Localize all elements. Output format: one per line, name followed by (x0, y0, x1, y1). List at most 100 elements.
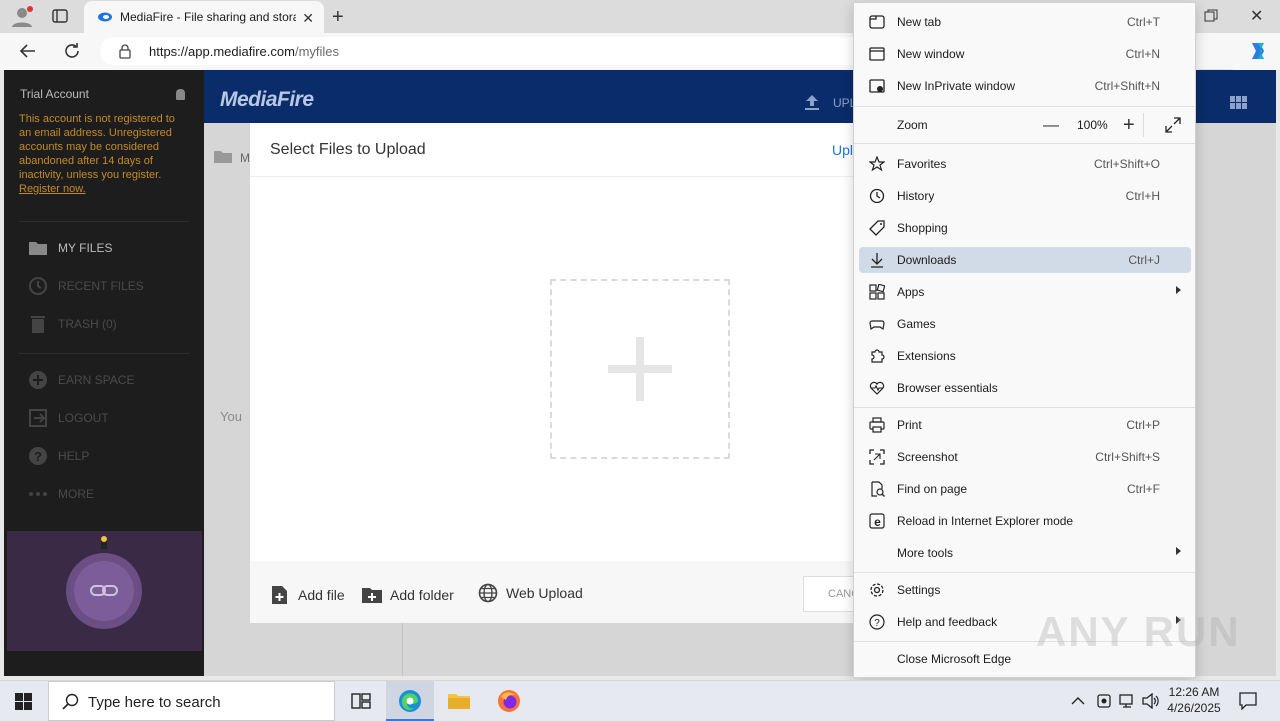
add-folder-icon (362, 588, 382, 603)
history-icon (869, 188, 885, 204)
svg-text:e: e (874, 515, 881, 529)
taskbar-clock[interactable]: 12:26 AM 4/26/2025 (1164, 684, 1224, 716)
menu-item-extensions[interactable]: Extensions (859, 343, 1191, 369)
menu-item-downloads[interactable]: Downloads Ctrl+J (859, 247, 1191, 273)
taskbar-edge-active[interactable] (386, 681, 434, 721)
tab-close-icon[interactable]: ✕ (302, 10, 314, 27)
screenshot-icon (869, 449, 885, 465)
menu-item-browser-essentials[interactable]: Browser essentials (859, 375, 1191, 401)
menu-item-new-tab[interactable]: New tab Ctrl+T (859, 9, 1191, 35)
sidebar-item-more[interactable]: MORE (28, 484, 94, 504)
menu-item-shopping[interactable]: Shopping (859, 215, 1191, 241)
clock-icon (29, 277, 47, 295)
taskbar-search-box[interactable]: Type here to search (48, 681, 335, 721)
zoom-in-button[interactable]: + (1123, 114, 1135, 137)
apps-icon (869, 284, 885, 300)
sidebar-item-my-files[interactable]: MY FILES (28, 238, 112, 258)
download-icon (871, 253, 883, 268)
menu-item-apps[interactable]: Apps (859, 279, 1191, 305)
folder-icon (29, 242, 47, 255)
menu-item-print[interactable]: Print Ctrl+P (859, 412, 1191, 438)
file-explorer-icon[interactable] (447, 689, 471, 713)
upload-link[interactable]: Upl (832, 142, 853, 158)
network-icon[interactable] (1119, 693, 1137, 709)
anyrun-watermark: ANY RUN (1036, 608, 1241, 655)
submenu-arrow-icon (1176, 547, 1181, 555)
menu-item-screenshot[interactable]: Screenshot Ctrl+Shift+S (859, 444, 1191, 470)
menu-divider (854, 143, 1195, 144)
search-icon (62, 693, 79, 710)
web-upload-button[interactable]: Web Upload (478, 583, 583, 603)
add-file-icon (272, 586, 287, 604)
chevron-up-icon[interactable] (1071, 697, 1085, 705)
url-text: https://app.mediafire.com/myfiles (149, 44, 340, 59)
tab-mediafire[interactable]: MediaFire - File sharing and stora ✕ (84, 1, 324, 33)
back-icon[interactable] (19, 42, 37, 60)
sidebar-item-help[interactable]: ? HELP (28, 446, 89, 466)
drop-zone[interactable] (550, 279, 730, 459)
add-folder-button[interactable]: Add folder (362, 585, 454, 605)
trash-icon (31, 316, 45, 333)
unregistered-notice: This account is not registered to an ema… (19, 113, 175, 195)
logout-icon (29, 409, 47, 427)
account-label: Trial Account (20, 87, 89, 101)
fullscreen-icon[interactable] (1165, 117, 1181, 133)
sidebar-item-trash[interactable]: TRASH (0) (28, 314, 117, 334)
windows-taskbar: Type here to search 12:26 AM 4/26/2025 (0, 680, 1280, 721)
menu-item-zoom: Zoom — 100% + (859, 112, 1191, 138)
windows-start-icon[interactable] (15, 693, 32, 710)
plus-icon (608, 337, 672, 401)
edge-icon (399, 690, 421, 712)
upload-icon[interactable] (804, 94, 820, 110)
register-link[interactable]: Register now. (19, 183, 86, 195)
menu-item-games[interactable]: Games (859, 311, 1191, 337)
menu-item-new-inprivate-window[interactable]: New InPrivate window Ctrl+Shift+N (859, 73, 1191, 99)
restore-window-icon[interactable] (1204, 9, 1218, 23)
menu-item-more-tools[interactable]: More tools (859, 540, 1191, 566)
help-icon: ? (29, 447, 47, 465)
more-icon (29, 492, 47, 496)
menu-item-favorites[interactable]: Favorites Ctrl+Shift+O (859, 151, 1191, 177)
menu-item-find-on-page[interactable]: Find on page Ctrl+F (859, 476, 1191, 502)
menu-item-new-window[interactable]: New window Ctrl+N (859, 41, 1191, 67)
new-tab-icon[interactable]: + (332, 6, 344, 29)
zoom-divider (1143, 113, 1144, 137)
refresh-icon[interactable] (63, 42, 81, 60)
volume-icon[interactable] (1142, 693, 1160, 709)
sidebar-item-logout[interactable]: LOGOUT (28, 408, 109, 428)
profile-icon[interactable] (10, 6, 34, 28)
copilot-icon[interactable] (1246, 39, 1270, 63)
plus-circle-icon (29, 371, 47, 389)
divider (19, 221, 189, 222)
menu-divider (854, 106, 1195, 107)
zoom-out-button[interactable]: — (1043, 117, 1059, 135)
dialog-footer: Add file Add folder Web Upload CANC (250, 561, 883, 623)
dialog-header: Select Files to Upload Upl (250, 123, 870, 177)
find-icon (871, 481, 885, 497)
extensions-icon (871, 349, 885, 363)
task-view-icon[interactable] (349, 689, 373, 713)
print-icon (869, 417, 885, 433)
tab-actions-icon[interactable] (52, 8, 68, 24)
mediafire-logo[interactable]: MediaFire (220, 88, 314, 112)
clock-date: 4/26/2025 (1167, 701, 1221, 715)
tray-app-icon[interactable] (1096, 693, 1112, 709)
menu-item-history[interactable]: History Ctrl+H (859, 183, 1191, 209)
close-window-icon[interactable]: ✕ (1250, 6, 1263, 26)
bell-icon[interactable] (176, 89, 185, 100)
grid-view-icon[interactable] (1230, 96, 1248, 110)
menu-item-settings[interactable]: Settings (859, 577, 1191, 603)
promo-banner[interactable] (7, 531, 202, 651)
tag-icon (869, 220, 885, 236)
tab-title: MediaFire - File sharing and stora (120, 10, 296, 24)
notification-icon[interactable] (1239, 692, 1257, 710)
firefox-icon[interactable] (497, 689, 521, 713)
svg-text:?: ? (874, 618, 880, 629)
empty-state-text: You (220, 409, 242, 424)
sidebar-item-earn-space[interactable]: EARN SPACE (28, 370, 134, 390)
edge-settings-menu: New tab Ctrl+T New window Ctrl+N New InPri… (853, 2, 1196, 678)
sidebar-item-recent-files[interactable]: RECENT FILES (28, 276, 144, 296)
add-file-button[interactable]: Add file (270, 585, 345, 605)
menu-item-reload-ie-mode[interactable]: e Reload in Internet Explorer mode (859, 508, 1191, 534)
zoom-value: 100% (1077, 118, 1108, 132)
